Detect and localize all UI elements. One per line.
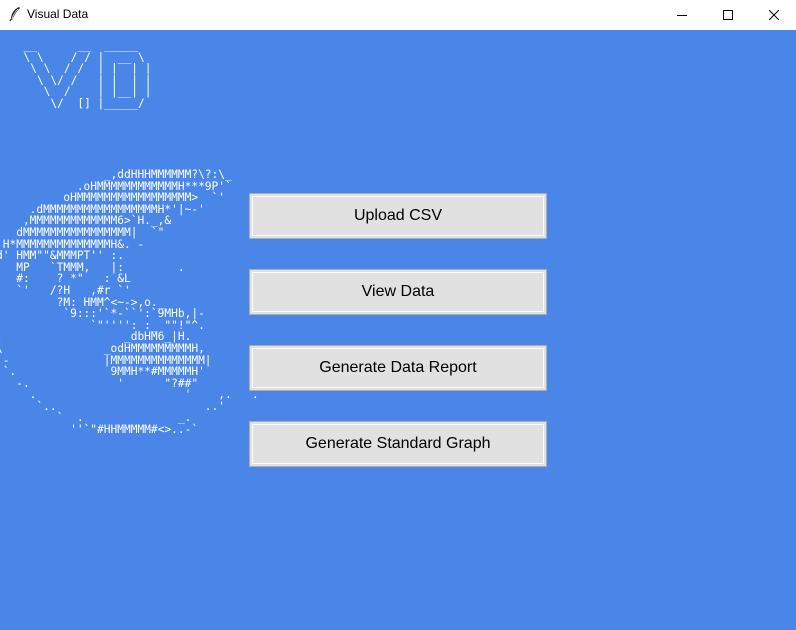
minimize-icon [677,10,687,20]
window-title: Visual Data [27,7,89,21]
minimize-button[interactable] [659,0,705,30]
generate-graph-button[interactable]: Generate Standard Graph [249,421,547,467]
upload-csv-button[interactable]: Upload CSV [249,193,547,239]
feather-icon [8,6,22,22]
close-icon [769,10,779,20]
ascii-emblem-art: _,ddHHHMMMMMM?\?:\_ .oHMMMMMMMMMMMMH***9… [0,168,259,437]
maximize-button[interactable] [705,0,751,30]
main-content: __ __ _____ \ \ / / | __ \ \ \ / / | | |… [0,30,796,630]
vd-logo-art: __ __ _____ \ \ / / | __ \ \ \ / / | | |… [23,39,152,110]
app-window: Visual Data __ __ _____ \ \ / / | __ \ \… [0,0,796,630]
close-button[interactable] [751,0,796,30]
maximize-icon [723,10,733,20]
view-data-button[interactable]: View Data [249,269,547,315]
title-bar[interactable]: Visual Data [0,0,796,30]
generate-report-button[interactable]: Generate Data Report [249,345,547,391]
